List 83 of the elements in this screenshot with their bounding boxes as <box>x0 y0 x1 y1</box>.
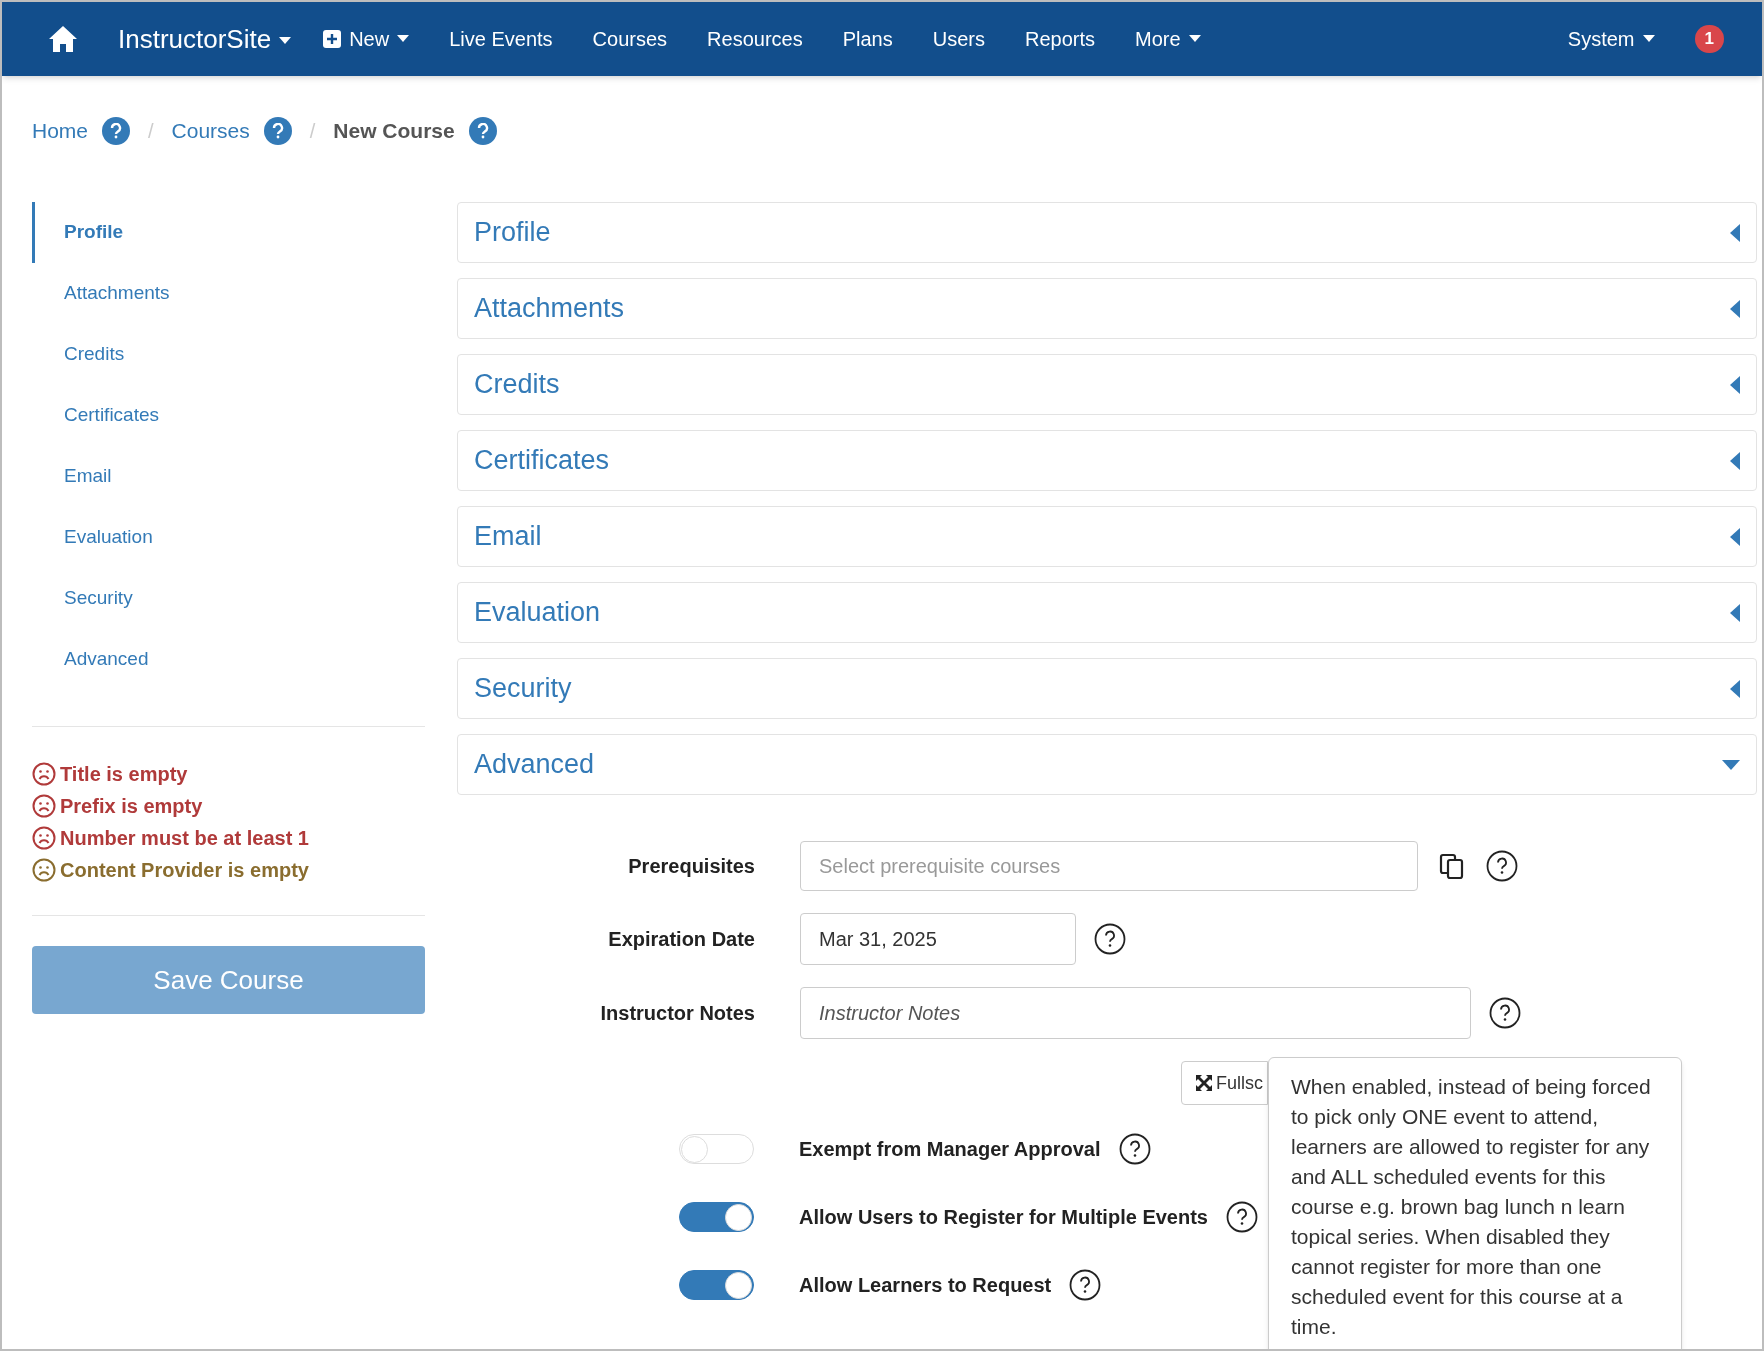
nav-link[interactable]: Live Events <box>429 2 573 76</box>
section-title: Credits <box>474 368 560 402</box>
accordion-header[interactable]: Profile <box>457 202 1757 263</box>
accordion-header[interactable]: Advanced <box>457 734 1757 795</box>
tooltip: When enabled, instead of being forced to pick only ONE event to attend, learners are allowed to register for any and ALL scheduled events for this course e.g. brown bag lunch n learn topical series. When disabled they cannot register for more than one scheduled event for this course at a time. <box>1268 1057 1682 1349</box>
section-title: Attachments <box>474 292 625 326</box>
sidebar-item[interactable]: Certificates <box>32 385 425 446</box>
accordion-header[interactable]: Certificates <box>457 430 1757 491</box>
section-title: Certificates <box>474 444 610 478</box>
prerequisites-field[interactable]: Select prerequisite courses <box>800 841 1418 891</box>
nav-link[interactable]: Reports <box>1004 2 1115 76</box>
caret-left-icon <box>1730 603 1740 622</box>
sidebar-item[interactable]: Email <box>32 446 425 507</box>
home-icon[interactable] <box>48 25 78 53</box>
nav-link[interactable]: Courses <box>572 2 688 76</box>
help-icon[interactable] <box>1118 1133 1151 1165</box>
caret-icon <box>1642 35 1655 43</box>
nav-link[interactable]: Users <box>912 2 1005 76</box>
caret-left-icon <box>1730 527 1740 546</box>
accordion-header[interactable]: Security <box>457 658 1757 719</box>
expiration-date-field[interactable]: Mar 31, 2025 <box>800 913 1076 965</box>
validation-error: Number must be at least 1 <box>60 826 309 851</box>
fullscreen-button[interactable]: Fullsc <box>1181 1061 1268 1105</box>
accordion-header[interactable]: Evaluation <box>457 582 1757 643</box>
nav-link[interactable]: Plans <box>822 2 913 76</box>
validation-error: Prefix is empty <box>60 794 203 819</box>
accordion-header[interactable]: Credits <box>457 354 1757 415</box>
section-title: Evaluation <box>474 596 601 630</box>
sad-face-icon <box>32 762 56 786</box>
toggle-label: Allow Users to Register for Multiple Events <box>799 1205 1208 1230</box>
breadcrumb-separator: / <box>309 119 316 144</box>
nav-link[interactable]: Resources <box>687 2 823 76</box>
help-icon[interactable] <box>1094 923 1126 955</box>
sad-face-icon <box>32 794 56 818</box>
toggle-switch[interactable] <box>679 1202 754 1232</box>
caret-left-icon <box>1730 375 1740 394</box>
caret-left-icon <box>1730 451 1740 470</box>
caret-down-icon <box>1722 759 1740 770</box>
accordion-header[interactable]: Email <box>457 506 1757 567</box>
section-title: Email <box>474 520 542 554</box>
notification-badge[interactable]: 1 <box>1694 25 1724 53</box>
breadcrumb-item[interactable]: Home <box>32 115 89 147</box>
help-icon[interactable] <box>1486 850 1518 882</box>
caret-icon <box>1188 35 1201 43</box>
toggle-label: Exempt from Manager Approval <box>799 1137 1101 1162</box>
expand-icon <box>1196 1075 1212 1091</box>
accordion-header[interactable]: Attachments <box>457 278 1757 339</box>
brand-menu[interactable]: InstructorSite <box>118 19 292 59</box>
sad-face-icon <box>32 858 56 882</box>
new-menu[interactable]: New <box>303 2 430 76</box>
caret-left-icon <box>1730 223 1740 242</box>
field-label: Instructor Notes <box>599 1001 756 1026</box>
system-menu[interactable]: System <box>1567 24 1655 54</box>
toggle-label: Allow Learners to Request <box>799 1273 1052 1298</box>
help-icon[interactable] <box>1069 1269 1102 1301</box>
more-menu[interactable]: More <box>1114 2 1221 76</box>
breadcrumb-item[interactable]: Courses <box>171 115 250 147</box>
sidebar-item[interactable]: Evaluation <box>32 507 425 568</box>
validation-error: Title is empty <box>60 762 188 787</box>
sidebar-item[interactable]: Profile <box>32 202 425 263</box>
instructor-notes-field[interactable]: Instructor Notes <box>800 987 1471 1039</box>
sidebar-item[interactable]: Credits <box>32 324 425 385</box>
caret-icon <box>279 37 292 45</box>
sidebar-item[interactable]: Attachments <box>32 263 425 324</box>
section-title: Profile <box>474 216 551 250</box>
plus-square-icon <box>323 30 342 48</box>
sad-face-icon <box>32 826 56 850</box>
caret-icon <box>397 35 410 43</box>
copy-icon[interactable] <box>1438 852 1466 880</box>
breadcrumb-item: New Course <box>333 118 455 145</box>
section-title: Security <box>474 672 572 706</box>
field-label: Prerequisites <box>627 854 756 879</box>
help-icon[interactable] <box>1489 997 1521 1029</box>
section-title: Advanced <box>474 748 595 782</box>
sidebar-item[interactable]: Security <box>32 568 425 629</box>
validation-error: Content Provider is empty <box>60 858 309 883</box>
toggle-switch[interactable] <box>679 1270 754 1300</box>
field-label: Expiration Date <box>607 927 756 952</box>
breadcrumb-separator: / <box>148 119 154 144</box>
help-icon[interactable] <box>1225 1201 1258 1233</box>
sidebar-item[interactable]: Advanced <box>32 629 425 690</box>
caret-left-icon <box>1730 679 1740 698</box>
caret-left-icon <box>1730 299 1740 318</box>
